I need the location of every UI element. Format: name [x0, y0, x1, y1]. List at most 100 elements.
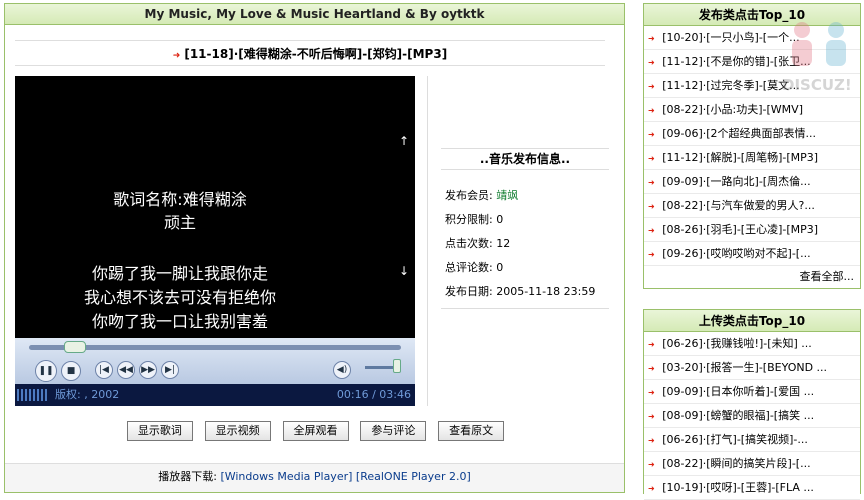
list-item[interactable]: ➜ [09-09]·[一路向北]-[周杰倫... [644, 170, 860, 194]
seek-handle[interactable] [64, 341, 87, 353]
list-item[interactable]: ➜ [11-12]·[解脱]-[周笔畅]-[MP3] [644, 146, 860, 170]
arrow-icon: ➜ [648, 460, 655, 469]
arrow-icon: ➜ [648, 412, 655, 421]
list-item-link[interactable]: [09-06]·[2个超经典面部表情... [662, 127, 816, 140]
signal-bars-icon [17, 389, 49, 401]
lyric-line: 歌词名称:难得糊涂 [113, 190, 247, 209]
arrow-icon: ➜ [648, 178, 655, 187]
volume-icon[interactable]: ◀) [333, 361, 351, 379]
time-display: 00:16 / 03:46 [336, 388, 411, 401]
previous-icon[interactable]: |◀ [95, 361, 113, 379]
lyric-line: 我心想不该去可没有拒绝你 [83, 288, 276, 307]
info-row-clicks: 点击次数: 12 [445, 232, 615, 256]
player-controls: ❚❚ ■ |◀ ◀◀ ▶▶ ▶| ◀) [15, 338, 415, 384]
download-label: 播放器下载: [158, 470, 217, 483]
arrow-icon: ➜ [648, 340, 655, 349]
fast-forward-icon[interactable]: ▶▶ [139, 361, 157, 379]
list-item-link[interactable]: [09-26]·[哎哟哎哟对不起]-[... [662, 247, 810, 260]
info-value: 0 [496, 213, 504, 226]
scroll-down-icon[interactable]: ↓ [399, 264, 409, 278]
wmp-download-link[interactable]: [Windows Media Player] [220, 470, 352, 483]
info-label: 发布日期: [445, 285, 493, 298]
panel-title: 上传类点击Top_10 [644, 310, 860, 332]
list-item[interactable]: ➜ [03-20]·[报答一生]-[BEYOND ... [644, 356, 860, 380]
list-item[interactable]: ➜ [09-26]·[哎哟哎哟对不起]-[... [644, 242, 860, 266]
show-video-button[interactable]: 显示视频 [204, 421, 271, 441]
arrow-icon: ➜ [648, 202, 655, 211]
list-item-link[interactable]: [08-09]·[螃蟹的眼福]-[搞笑 ... [662, 409, 814, 422]
info-list: 发布会员: 靖飒 积分限制: 0 点击次数: 12 总评论数: 0 发布日期: … [445, 184, 615, 304]
song-title-text: [11-18]·[难得糊涂-不听后悔啊]-[郑钧]-[MP3] [184, 47, 448, 61]
player-download: 播放器下载: [Windows Media Player] [RealONE P… [5, 463, 624, 492]
info-value: 12 [496, 237, 511, 250]
list-item[interactable]: ➜ [09-09]·[日本你听着]-[爱国 ... [644, 380, 860, 404]
action-buttons: 显示歌词 显示视频 全屏观看 参与评论 查看原文 [5, 421, 626, 441]
arrow-icon: ➜ [648, 226, 655, 235]
info-row-date: 发布日期: 2005-11-18 23:59 [445, 280, 615, 304]
info-label: 积分限制: [445, 213, 493, 226]
arrow-icon: ➜ [648, 58, 655, 67]
info-label: 点击次数: [445, 237, 493, 250]
copyright-text: 版权: , 2002 [55, 388, 120, 401]
discuz-logo-watermark: DISCUZ! [782, 22, 852, 94]
upload-top10-panel: 上传类点击Top_10 ➜ [06-26]·[我赚钱啦!]-[未知] ... ➜… [643, 309, 861, 500]
realone-download-link[interactable]: [RealONE Player 2.0] [356, 470, 471, 483]
player-status-bar: 版权: , 2002 00:16 / 03:46 [15, 384, 415, 406]
svg-text:DISCUZ!: DISCUZ! [782, 76, 852, 94]
lyric-line: 你踢了我一脚让我跟你走 [91, 264, 268, 283]
info-row-publisher: 发布会员: 靖飒 [445, 184, 615, 208]
pause-icon[interactable]: ❚❚ [35, 360, 57, 382]
list-item[interactable]: ➜ [09-06]·[2个超经典面部表情... [644, 122, 860, 146]
list-item-link[interactable]: [08-22]·[小品:功夫]-[WMV] [662, 103, 803, 116]
list-item-link[interactable]: [10-19]·[哎呀]-[王蓉]-[FLA ... [662, 481, 814, 494]
view-all-link[interactable]: 查看全部... [644, 266, 860, 288]
arrow-icon: ➜ [648, 106, 655, 115]
list-item[interactable]: ➜ [08-22]·[瞬间的搞笑片段]-[... [644, 452, 860, 476]
view-original-button[interactable]: 查看原文 [438, 421, 505, 441]
list-item[interactable]: ➜ [08-26]·[羽毛]-[王心凌]-[MP3] [644, 218, 860, 242]
list-item-link[interactable]: [11-12]·[解脱]-[周笔畅]-[MP3] [662, 151, 818, 164]
stop-icon[interactable]: ■ [61, 361, 81, 381]
list-item-link[interactable]: [03-20]·[报答一生]-[BEYOND ... [662, 361, 827, 374]
volume-handle[interactable] [393, 359, 401, 373]
list-item[interactable]: ➜ [10-19]·[哎呀]-[王蓉]-[FLA ... [644, 476, 860, 500]
show-lyrics-button[interactable]: 显示歌词 [126, 421, 193, 441]
arrow-icon: ➜ [648, 364, 655, 373]
main-header: My Music, My Love & Music Heartland & By… [5, 4, 624, 25]
lyric-line: 你吻了我一口让我别害羞 [91, 312, 268, 331]
arrow-icon: ➜ [648, 250, 655, 259]
list-item[interactable]: ➜ [06-26]·[打气]-[搞笑视频]-... [644, 428, 860, 452]
list-item-link[interactable]: [08-22]·[瞬间的搞笑片段]-[... [662, 457, 810, 470]
list-item[interactable]: ➜ [08-09]·[螃蟹的眼福]-[搞笑 ... [644, 404, 860, 428]
arrow-icon: ➜ [648, 82, 655, 91]
list-item-link[interactable]: [06-26]·[打气]-[搞笑视频]-... [662, 433, 808, 446]
main-panel: My Music, My Love & Music Heartland & By… [4, 3, 625, 493]
divider [441, 308, 609, 309]
list-item-link[interactable]: [08-22]·[与汽车做爱的男人?... [662, 199, 815, 212]
info-heading: ..音乐发布信息.. [441, 148, 609, 170]
arrow-icon: ➜ [172, 51, 181, 61]
list-item[interactable]: ➜ [08-22]·[与汽车做爱的男人?... [644, 194, 860, 218]
next-icon[interactable]: ▶| [161, 361, 179, 379]
rewind-icon[interactable]: ◀◀ [117, 361, 135, 379]
song-title: ➜ [11-18]·[难得糊涂-不听后悔啊]-[郑钧]-[MP3] [15, 40, 605, 66]
comment-button[interactable]: 参与评论 [360, 421, 427, 441]
list-item[interactable]: ➜ [06-26]·[我赚钱啦!]-[未知] ... [644, 332, 860, 356]
info-label: 发布会员: [445, 189, 493, 202]
arrow-icon: ➜ [648, 484, 655, 493]
list-item-link[interactable]: [09-09]·[日本你听着]-[爱国 ... [662, 385, 814, 398]
info-value: 0 [496, 261, 504, 274]
list-item-link[interactable]: [08-26]·[羽毛]-[王心凌]-[MP3] [662, 223, 818, 236]
scroll-up-icon[interactable]: ↑ [399, 134, 409, 148]
lyric-line: 顽主 [163, 213, 196, 232]
info-label: 总评论数: [445, 261, 493, 274]
list-item[interactable]: ➜ [08-22]·[小品:功夫]-[WMV] [644, 98, 860, 122]
arrow-icon: ➜ [648, 154, 655, 163]
publisher-link[interactable]: 靖飒 [496, 189, 518, 202]
media-player[interactable]: 歌词名称:难得糊涂 顽主 你踢了我一脚让我跟你走 我心想不该去可没有拒绝你 你吻… [15, 76, 415, 406]
list-item-link[interactable]: [11-12]·[过完冬季]-[莫文... [662, 79, 799, 92]
list-item-link[interactable]: [06-26]·[我赚钱啦!]-[未知] ... [662, 337, 812, 350]
list-item-link[interactable]: [10-20]·[一只小鸟]-[一个... [662, 31, 799, 44]
fullscreen-button[interactable]: 全屏观看 [282, 421, 349, 441]
list-item-link[interactable]: [09-09]·[一路向北]-[周杰倫... [662, 175, 810, 188]
